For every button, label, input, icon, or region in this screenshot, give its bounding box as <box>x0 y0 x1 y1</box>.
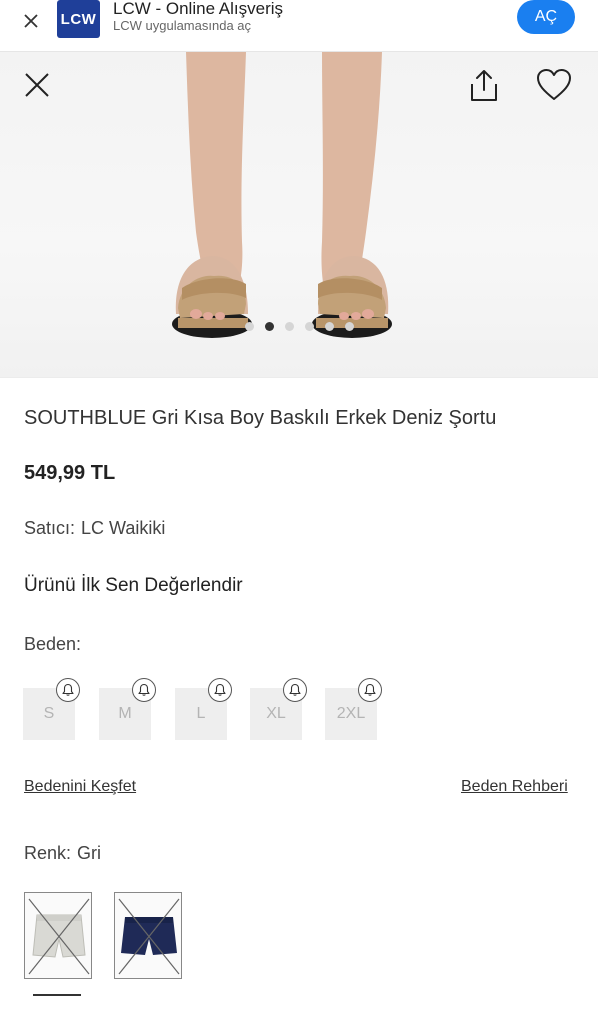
pagination-dot[interactable] <box>345 322 354 331</box>
bell-icon[interactable] <box>208 678 232 702</box>
bell-icon[interactable] <box>56 678 80 702</box>
heart-icon[interactable] <box>536 68 572 102</box>
banner-subtitle: LCW uygulamasında aç <box>113 18 252 33</box>
size-selector: S M L XL 2XL <box>23 678 583 740</box>
color-swatch-navy[interactable] <box>114 892 182 979</box>
shorts-thumbnail-navy <box>118 898 180 975</box>
lcw-logo: LCW <box>57 0 100 38</box>
bell-icon[interactable] <box>132 678 156 702</box>
product-image-gallery[interactable] <box>0 52 598 378</box>
gallery-pagination[interactable] <box>245 322 354 331</box>
close-icon[interactable] <box>22 70 52 100</box>
app-banner: LCW LCW - Online Alışveriş LCW uygulamas… <box>0 0 598 52</box>
seller-label: Satıcı: <box>24 518 76 538</box>
pagination-dot-active[interactable] <box>265 322 274 331</box>
bell-icon[interactable] <box>358 678 382 702</box>
share-icon[interactable] <box>468 68 500 104</box>
pagination-dot[interactable] <box>285 322 294 331</box>
selected-swatch-indicator <box>33 994 81 996</box>
color-value: Gri <box>77 843 102 863</box>
review-cta[interactable]: Ürünü İlk Sen Değerlendir <box>24 575 243 597</box>
color-label: Renk: <box>24 843 72 863</box>
bell-icon[interactable] <box>283 678 307 702</box>
color-info: Renk: Gri <box>24 843 101 864</box>
pagination-dot[interactable] <box>245 322 254 331</box>
pagination-dot[interactable] <box>325 322 334 331</box>
size-label: Beden: <box>24 634 82 654</box>
color-swatch-gray[interactable] <box>24 892 92 979</box>
discover-size-link[interactable]: Bedenini Keşfet <box>24 778 136 796</box>
shorts-thumbnail-gray <box>28 898 90 975</box>
seller-name[interactable]: LC Waikiki <box>81 518 165 538</box>
open-app-button[interactable]: AÇ <box>517 0 575 34</box>
product-price: 549,99 TL <box>24 462 116 484</box>
pagination-dot[interactable] <box>305 322 314 331</box>
banner-title: LCW - Online Alışveriş <box>113 0 284 18</box>
seller-info: Satıcı: LC Waikiki <box>24 518 165 539</box>
size-guide-link[interactable]: Beden Rehberi <box>461 778 568 796</box>
product-title: SOUTHBLUE Gri Kısa Boy Baskılı Erkek Den… <box>24 407 497 429</box>
banner-close-icon[interactable] <box>18 8 44 34</box>
